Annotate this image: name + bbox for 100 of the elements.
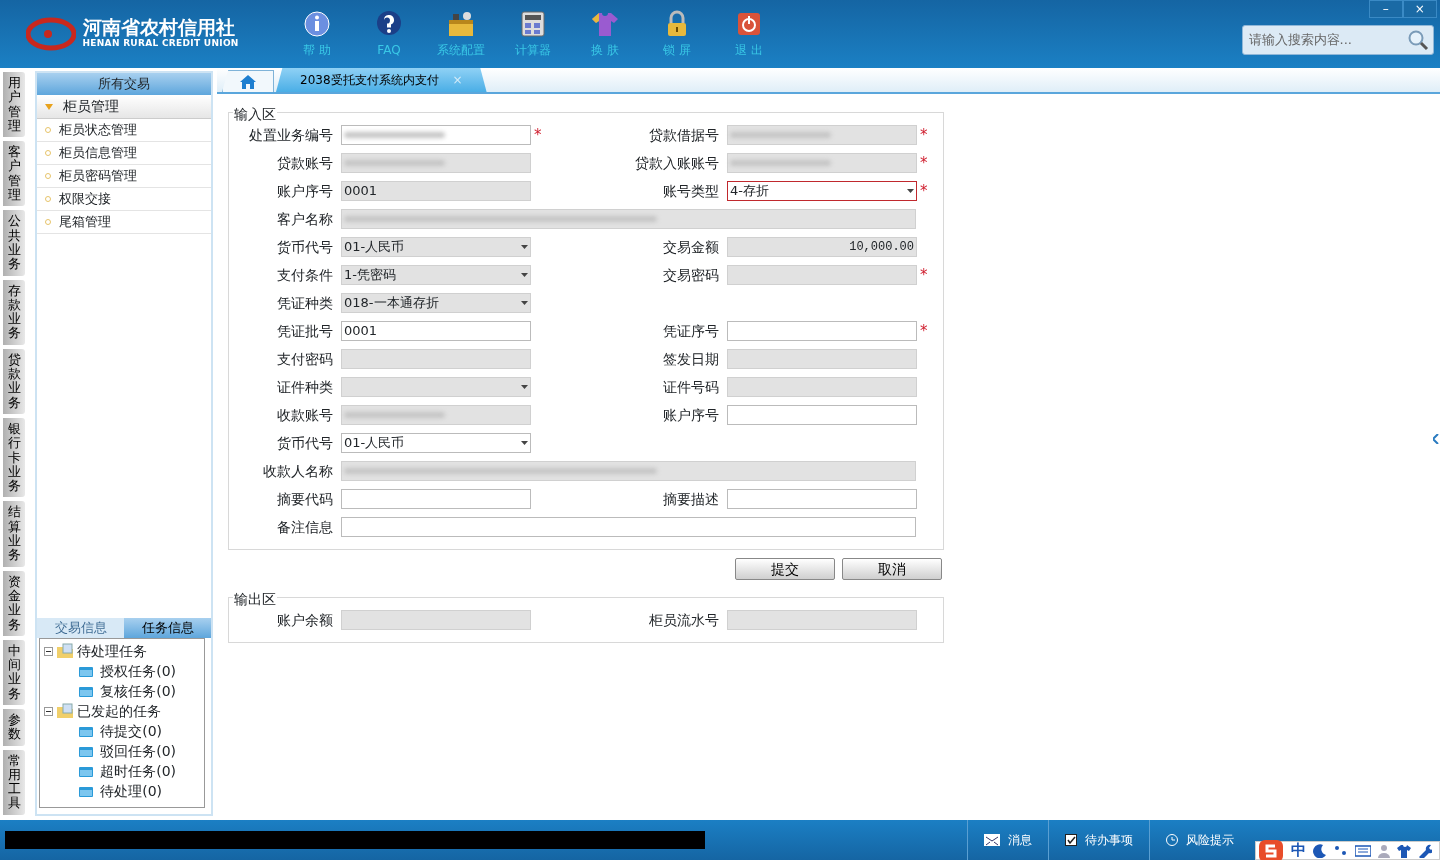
field-label: 签发日期 [662, 349, 720, 369]
panel-tab[interactable]: 任务信息 [124, 618, 211, 638]
status-button[interactable]: 风险提示 [1149, 820, 1250, 860]
tree-node[interactable]: 驳回任务(0) [44, 741, 200, 761]
dropdown-arrow-icon [521, 385, 528, 389]
side-tab[interactable]: 贷款业务 [3, 348, 25, 414]
toolbox-icon [446, 9, 475, 38]
input-field[interactable] [341, 517, 916, 537]
side-tab[interactable]: 资金业务 [3, 570, 25, 636]
field-label: 收款人名称 [262, 461, 334, 481]
shirt-icon [1397, 843, 1411, 858]
clock-icon [1166, 834, 1178, 846]
input-field[interactable] [727, 321, 917, 341]
cancel-button[interactable]: 取消 [841, 558, 942, 580]
minimize-button[interactable]: – [1368, 0, 1403, 18]
field-label: 摘要代码 [276, 489, 334, 509]
logo-icon [26, 17, 76, 51]
field-label: 贷款借据号 [648, 125, 720, 145]
side-tab[interactable]: 客户管理 [3, 141, 25, 207]
collapse-icon[interactable] [44, 706, 53, 716]
field-label: 摘要描述 [662, 489, 720, 509]
panel-header: 所有交易 [37, 73, 211, 95]
side-tab[interactable]: 中间业务 [3, 639, 25, 705]
dropdown-arrow-icon [907, 189, 914, 193]
menu-item[interactable]: 柜员状态管理 [37, 119, 211, 142]
required-mark: * [919, 183, 927, 199]
search-icon [1406, 28, 1429, 51]
tree-node[interactable]: 待处理任务 [44, 641, 200, 661]
field-label: 贷款账号 [276, 153, 334, 173]
field-label: 证件种类 [276, 377, 334, 397]
tree-node[interactable]: 待提交(0) [44, 721, 200, 741]
input-field[interactable] [727, 489, 917, 509]
tree-node[interactable]: 已发起的任务 [44, 701, 200, 721]
field-label: 账号类型 [662, 181, 720, 201]
panel-tab[interactable]: 交易信息 [37, 618, 124, 638]
input-field[interactable] [341, 125, 531, 145]
folder-icon [78, 764, 94, 778]
side-tab[interactable]: 结算业务 [3, 501, 25, 567]
ime-toolbar[interactable]: 中 [1255, 841, 1440, 860]
field-label: 账户余额 [276, 610, 334, 630]
input-field[interactable]: 0001 [341, 321, 531, 341]
field-label: 交易密码 [662, 265, 720, 285]
menu-item[interactable]: 尾箱管理 [37, 211, 211, 234]
field-label: 交易金额 [662, 237, 720, 257]
page-tab[interactable]: 2038受托支付系统内支付 × [276, 68, 487, 92]
side-tab[interactable]: 参数 [3, 709, 25, 746]
field-label: 备注信息 [276, 517, 334, 537]
field-label: 柜员流水号 [648, 610, 720, 630]
field-label: 收款账号 [276, 405, 334, 425]
search-button[interactable] [1406, 28, 1429, 51]
folder-icon [78, 664, 94, 678]
field-label: 证件号码 [662, 377, 720, 397]
keyboard-icon [1355, 844, 1371, 857]
side-tab[interactable]: 公共业务 [3, 210, 25, 276]
search-box[interactable]: 请输入搜索内容... [1241, 24, 1434, 55]
side-tab[interactable]: 银行卡业务 [3, 417, 25, 498]
punctuation-icon [1334, 843, 1348, 858]
field-label: 凭证序号 [662, 321, 720, 341]
menu-item[interactable]: 权限交接 [37, 188, 211, 211]
input-field[interactable] [341, 489, 531, 509]
ime-logo-icon [1258, 838, 1284, 860]
field-label: 凭证种类 [276, 293, 334, 313]
side-tab[interactable]: 存款业务 [3, 279, 25, 345]
menu-group[interactable]: 柜员管理 [37, 95, 211, 119]
side-tab[interactable]: 用户管理 [3, 72, 25, 138]
tree-node[interactable]: 超时任务(0) [44, 761, 200, 781]
user-icon [1378, 843, 1390, 858]
status-button[interactable]: 消息 [967, 820, 1048, 860]
help-icon [374, 9, 403, 38]
ime-mode-label[interactable]: 中 [1291, 839, 1306, 860]
tree-node[interactable]: 复核任务(0) [44, 681, 200, 701]
tree-node[interactable]: 授权任务(0) [44, 661, 200, 681]
dropdown-arrow-icon [521, 441, 528, 445]
input-field[interactable] [727, 405, 917, 425]
folder-icon [78, 784, 94, 798]
folder-icon [56, 703, 74, 719]
wrench-icon [1418, 843, 1432, 858]
field-label: 处置业务编号 [248, 125, 334, 145]
status-button[interactable]: 待办事项 [1048, 820, 1149, 860]
side-tab[interactable]: 常用工具 [3, 749, 25, 815]
dropdown-field[interactable]: 4-存折 [727, 181, 917, 201]
field-label: 客户名称 [276, 209, 334, 229]
chevron-icon [1433, 433, 1439, 444]
tree-node[interactable]: 待处理(0) [44, 781, 200, 801]
menu-item[interactable]: 柜员密码管理 [37, 165, 211, 188]
field-label: 支付密码 [276, 349, 334, 369]
folder-icon [78, 684, 94, 698]
menu-item[interactable]: 柜员信息管理 [37, 142, 211, 165]
submit-button[interactable]: 提交 [735, 558, 835, 580]
dropdown-arrow-icon [521, 245, 528, 249]
field-label: 货币代号 [276, 433, 334, 453]
dropdown-field[interactable]: 01-人民币 [341, 433, 531, 453]
section-title: 输入区 [233, 104, 277, 125]
collapse-icon[interactable] [44, 646, 53, 656]
close-button[interactable]: × [1402, 0, 1437, 18]
checkbox-icon [1065, 834, 1077, 846]
home-icon [240, 75, 256, 90]
moon-icon [1313, 843, 1327, 858]
required-mark: * [919, 323, 927, 339]
home-tab[interactable] [222, 70, 274, 92]
